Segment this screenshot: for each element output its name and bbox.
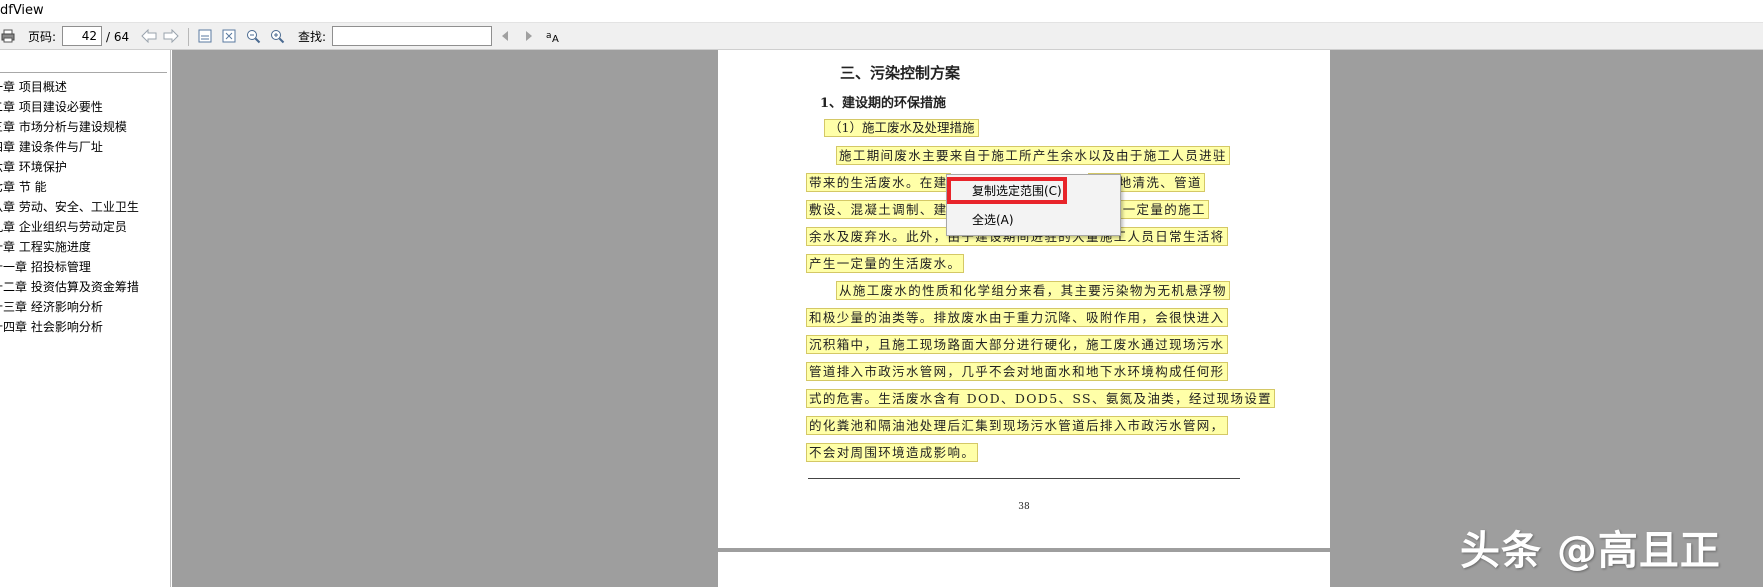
selected-text-line[interactable]: 管道排入市政污水管网，几乎不会对地面水和地下水环境构成任何形: [806, 362, 1228, 381]
outline-sidebar: 一章 项目概述 二章 项目建设必要性 三章 市场分析与建设规模 四章 建设条件与…: [0, 50, 171, 587]
find-next-icon[interactable]: [522, 26, 536, 46]
page-number-input[interactable]: 42: [62, 26, 102, 46]
section-heading: 三、污染控制方案: [840, 64, 961, 82]
zoom-in-icon[interactable]: [268, 26, 286, 46]
outline-item[interactable]: 八章 劳动、安全、工业卫生: [0, 197, 139, 217]
find-label: 查找:: [298, 30, 327, 44]
selected-text-line[interactable]: 敷设、混凝土调制、建: [806, 200, 951, 219]
selected-text-line[interactable]: 式的危害。生活废水含有 DOD、DOD5、SS、氨氮及油类，经过现场设置: [806, 389, 1276, 408]
next-pdf-page[interactable]: [718, 552, 1330, 587]
selected-text-line[interactable]: 不会对周围环境造成影响。: [806, 443, 979, 462]
outline-item[interactable]: 六章 环境保护: [0, 157, 139, 177]
page-label: 页码:: [28, 30, 57, 44]
selected-text-line[interactable]: 产生一定量的生活废水。: [806, 254, 965, 273]
match-case-icon[interactable]: aA: [544, 26, 562, 46]
outline-item[interactable]: 十四章 社会影响分析: [0, 317, 139, 337]
page-total: / 64: [106, 30, 130, 44]
selected-text-line[interactable]: 带来的生活废水。在建: [806, 173, 951, 192]
outline-item[interactable]: 十二章 投资估算及资金筹措: [0, 277, 139, 297]
zoom-out-icon[interactable]: [244, 26, 262, 46]
fit-width-icon[interactable]: [196, 26, 214, 46]
svg-text:a: a: [546, 31, 552, 41]
toolbar-separator: [188, 28, 189, 46]
find-input[interactable]: [332, 26, 492, 46]
forward-arrow-icon[interactable]: [162, 26, 180, 46]
outline-item[interactable]: 七章 节 能: [0, 177, 139, 197]
selected-text-line[interactable]: 的化粪池和隔油池处理后汇集到现场污水管道后排入市政污水管网，: [806, 416, 1228, 435]
selected-title[interactable]: （1）施工废水及处理措施: [824, 119, 980, 137]
outline-item[interactable]: 一章 项目概述: [0, 77, 139, 97]
print-icon[interactable]: [0, 26, 16, 46]
page-number: 38: [1018, 502, 1030, 512]
selected-text-line[interactable]: 沉积箱中，且施工现场路面大部分进行硬化，施工废水通过现场污水: [806, 335, 1228, 354]
selected-text-line[interactable]: 施工期间废水主要来自于施工所产生余水以及由于施工人员进驻: [836, 146, 1230, 165]
window-title: dfView: [0, 3, 44, 18]
pdf-page[interactable]: 三、污染控制方案 1、建设期的环保措施 （1）施工废水及处理措施 施工期间废水主…: [718, 50, 1330, 548]
footer-rule: [808, 478, 1240, 479]
outline-item[interactable]: 四章 建设条件与厂址: [0, 137, 139, 157]
fit-page-icon[interactable]: [220, 26, 238, 46]
outline-item[interactable]: 十三章 经济影响分析: [0, 297, 139, 317]
outline-item[interactable]: 三章 市场分析与建设规模: [0, 117, 139, 137]
svg-text:A: A: [552, 34, 559, 43]
find-prev-icon[interactable]: [498, 26, 512, 46]
annotation-highlight-box: [947, 177, 1067, 204]
outline-list: 一章 项目概述 二章 项目建设必要性 三章 市场分析与建设规模 四章 建设条件与…: [0, 77, 139, 337]
outline-item[interactable]: 九章 企业组织与劳动定员: [0, 217, 139, 237]
watermark-text: 头条 @高且正: [1460, 528, 1721, 574]
document-viewer[interactable]: 三、污染控制方案 1、建设期的环保措施 （1）施工废水及处理措施 施工期间废水主…: [172, 50, 1763, 587]
back-arrow-icon[interactable]: [140, 26, 158, 46]
outline-item[interactable]: 十一章 招投标管理: [0, 257, 139, 277]
selected-text-line[interactable]: 从施工废水的性质和化学组分来看，其主要污染物为无机悬浮物: [836, 281, 1230, 300]
subsection-heading: 1、建设期的环保措施: [820, 96, 947, 111]
title-bar: dfView: [0, 0, 1763, 22]
outline-item[interactable]: 十章 工程实施进度: [0, 237, 139, 257]
selected-text-line[interactable]: 和极少量的油类等。排放废水由于重力沉降、吸附作用，会很快进入: [806, 308, 1228, 327]
sidebar-divider: [0, 72, 167, 73]
menu-item-select-all[interactable]: 全选(A): [972, 209, 1014, 231]
outline-item[interactable]: 二章 项目建设必要性: [0, 97, 139, 117]
toolbar: 页码: 42 / 64 查找: aA: [0, 22, 1763, 50]
